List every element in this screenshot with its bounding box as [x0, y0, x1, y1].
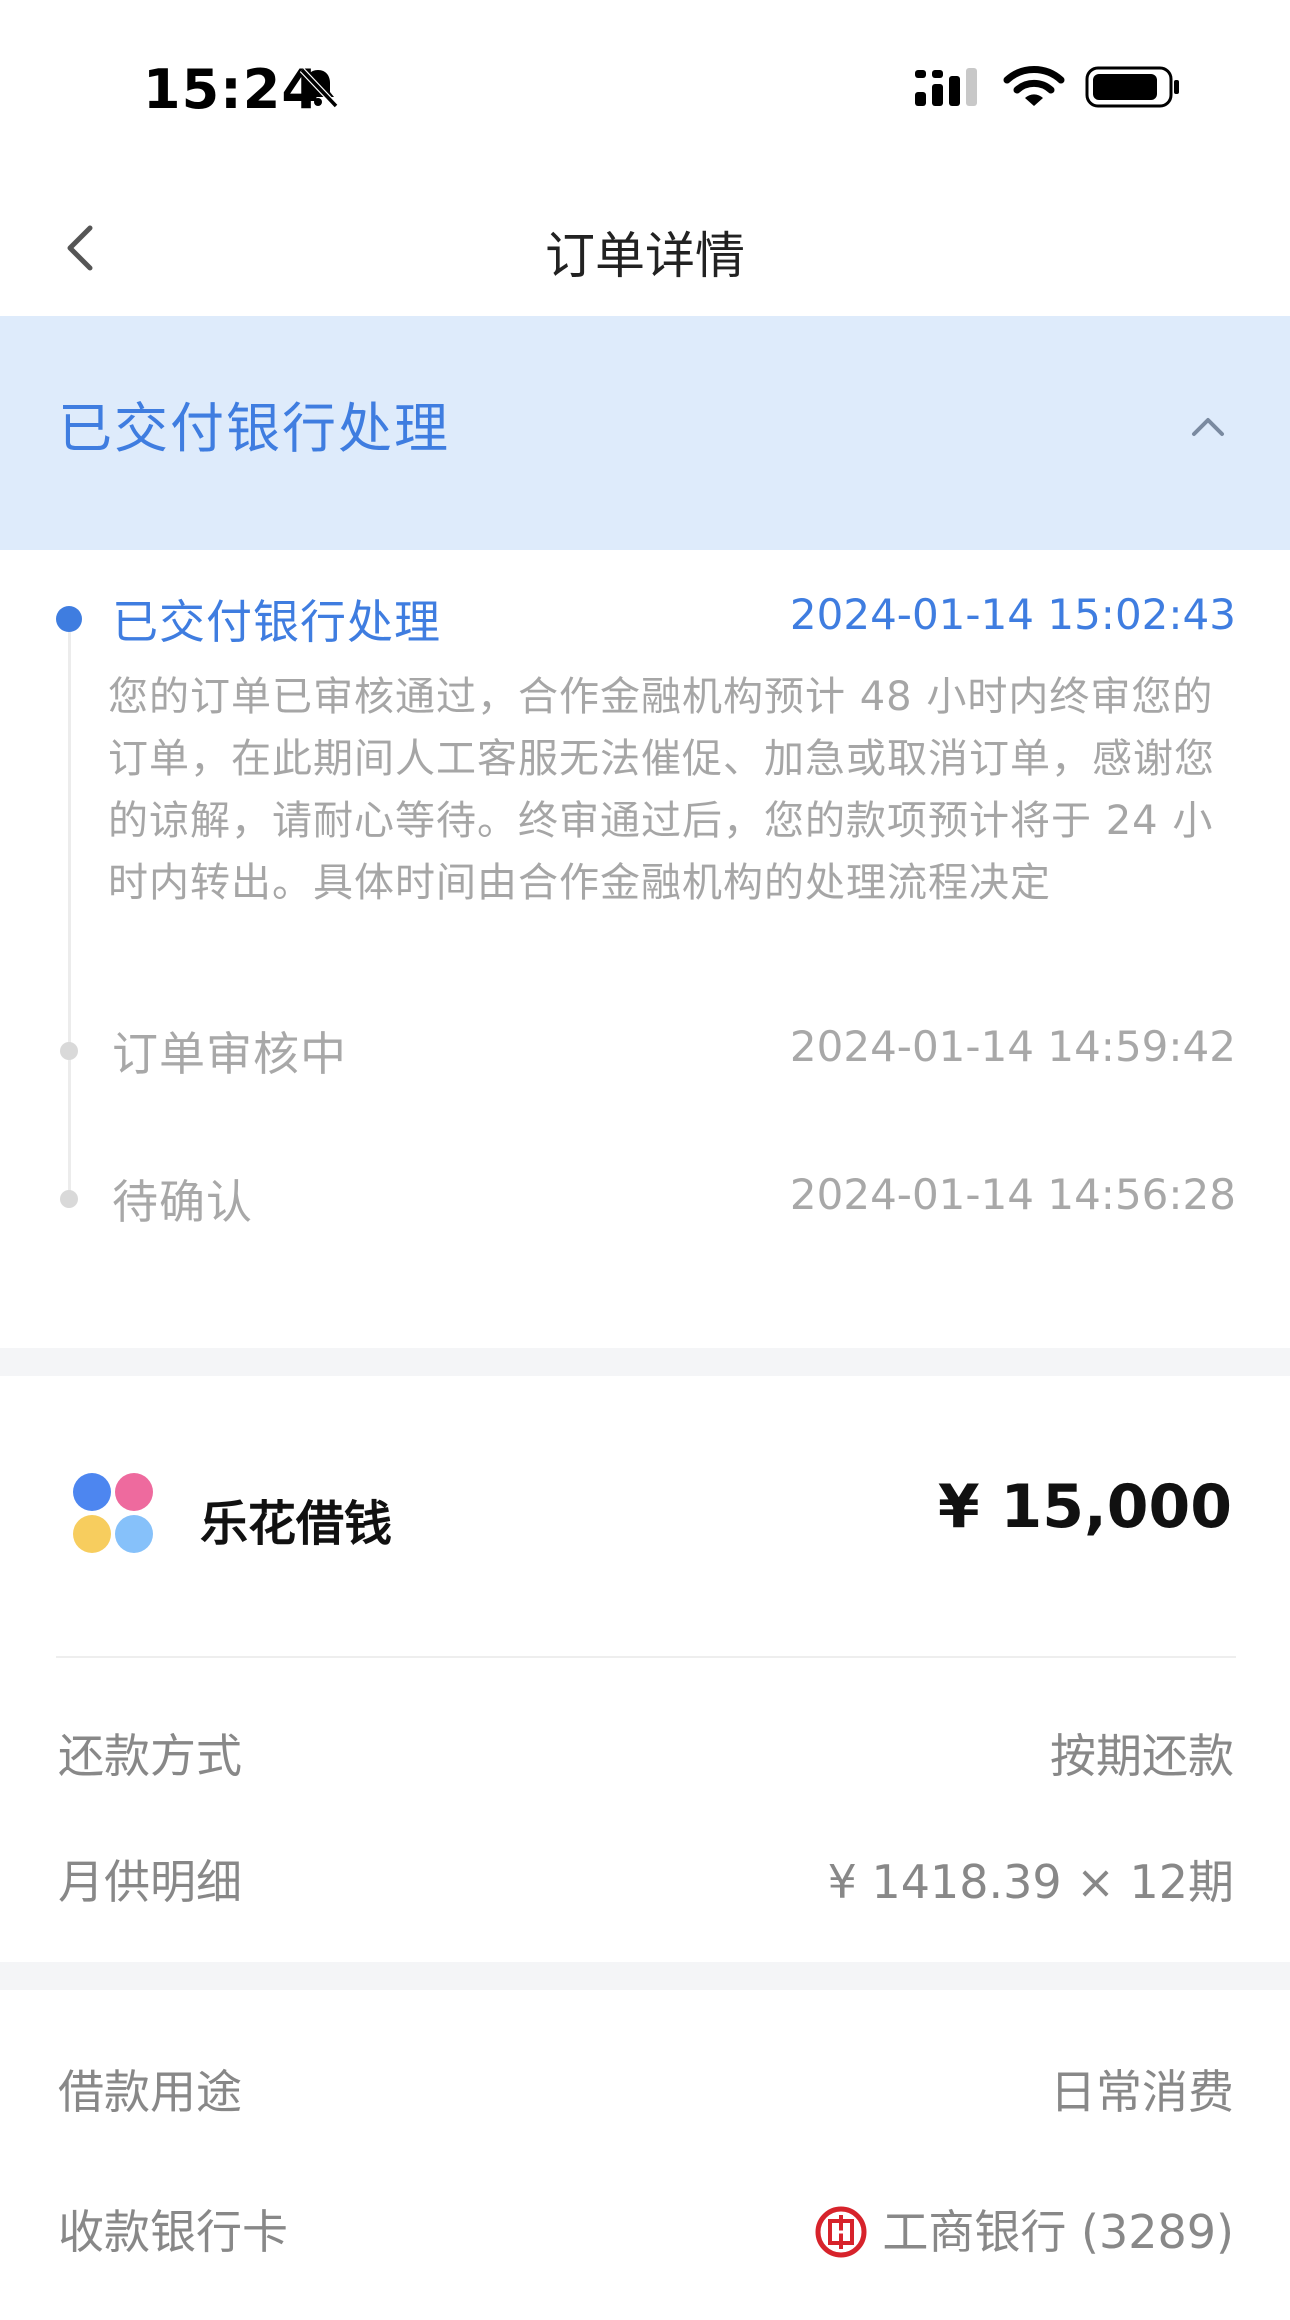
- timeline-dot: [60, 1042, 78, 1060]
- repayment-method-row: 还款方式 按期还款: [0, 1710, 1290, 1790]
- bell-slash-icon: [299, 67, 339, 109]
- lehua-logo-icon: [73, 1473, 153, 1553]
- timeline-time: 2024-01-14 14:59:42: [789, 1022, 1236, 1071]
- timeline-time: 2024-01-14 15:02:43: [789, 590, 1236, 639]
- row-label: 月供明细: [58, 1855, 242, 1909]
- row-value: ¥ 1418.39 × 12期: [827, 1855, 1234, 1909]
- timeline-line: [68, 620, 71, 1200]
- status-banner-title: 已交付银行处理: [58, 397, 450, 460]
- wifi-icon: [1003, 66, 1065, 106]
- page-title: 订单详情: [545, 227, 745, 285]
- loan-amount: ¥ 15,000: [937, 1472, 1232, 1542]
- row-label: 收款银行卡: [58, 2205, 288, 2259]
- timeline-label: 订单审核中: [112, 1027, 347, 1081]
- timeline-time: 2024-01-14 14:56:28: [789, 1170, 1236, 1219]
- section-divider: [0, 1962, 1290, 1990]
- status-banner[interactable]: 已交付银行处理: [0, 316, 1290, 550]
- section-divider: [0, 1348, 1290, 1376]
- nav-bar: 订单详情: [0, 170, 1290, 316]
- monthly-payment-row: 月供明细 ¥ 1418.39 × 12期: [0, 1836, 1290, 1916]
- loan-card: 乐花借钱 ¥ 15,000 还款方式 按期还款 月供明细 ¥ 1418.39 ×…: [0, 1376, 1290, 1958]
- timeline-dot: [60, 1190, 78, 1208]
- timeline-label: 已交付银行处理: [112, 595, 441, 649]
- row-label: 借款用途: [58, 2065, 242, 2119]
- signal-icon: [915, 68, 977, 106]
- timeline-label: 待确认: [112, 1175, 253, 1229]
- icbc-bank-icon: [815, 2206, 867, 2257]
- row-value: 日常消费: [1050, 2065, 1234, 2119]
- row-label: 还款方式: [58, 1729, 242, 1783]
- timeline-description: 您的订单已审核通过，合作金融机构预计 48 小时内终审您的订单，在此期间人工客服…: [108, 674, 1215, 906]
- order-timeline: 已交付银行处理 2024-01-14 15:02:43 您的订单已审核通过，合作…: [0, 550, 1290, 1348]
- product-name: 乐花借钱: [200, 1496, 393, 1552]
- chevron-up-icon[interactable]: [1186, 404, 1230, 448]
- loan-purpose-row: 借款用途 日常消费: [0, 2046, 1290, 2126]
- battery-icon: [1085, 66, 1179, 108]
- bank-card-name: 工商银行 (3289): [882, 2205, 1234, 2259]
- divider: [56, 1656, 1236, 1658]
- bank-card-row: 收款银行卡 工商银行 (3289): [0, 2186, 1290, 2266]
- row-value: 按期还款: [1050, 1729, 1234, 1783]
- row-value-wrap: 工商银行 (3289): [814, 2196, 1234, 2263]
- status-bar: 15:24: [0, 0, 1290, 170]
- timeline-dot-active: [56, 606, 82, 632]
